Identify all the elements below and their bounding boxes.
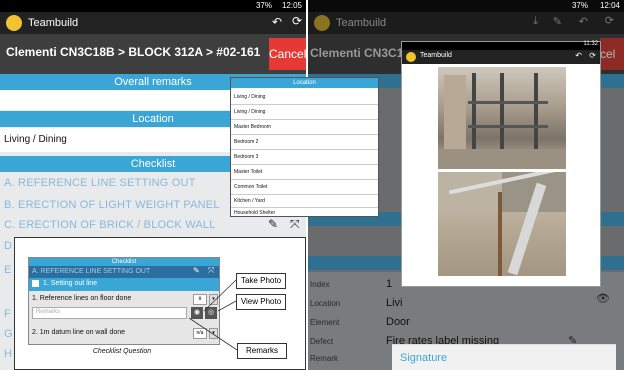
- option-divider: [231, 149, 378, 150]
- location-option[interactable]: Bedroom 2: [234, 139, 258, 145]
- site-photo-1[interactable]: [438, 67, 566, 169]
- sync-icon[interactable]: ⟳: [292, 14, 302, 28]
- option-divider: [231, 164, 378, 165]
- checklist-letter-h: H: [4, 348, 13, 360]
- photo2-rebar: [498, 192, 502, 276]
- callout-lines: [188, 279, 238, 351]
- site-photo-2[interactable]: [438, 172, 566, 276]
- location-option[interactable]: Master Toilet: [234, 169, 262, 175]
- location-option[interactable]: Living / Dining: [234, 94, 265, 100]
- app-logo-icon: [6, 15, 22, 31]
- brush-icon[interactable]: ✎: [553, 15, 562, 28]
- breadcrumb: Clementi CN3C18B > BLOCK 312A > #02-161: [6, 45, 261, 59]
- location-dropdown-title: Location: [231, 78, 378, 88]
- option-divider: [231, 207, 378, 208]
- photo-dialog-status-bar: 11:32: [402, 41, 600, 50]
- right-undo-icon[interactable]: ↶: [579, 15, 588, 28]
- checklist-item-c[interactable]: C. ERECTION OF BRICK / BLOCK WALL: [4, 219, 216, 231]
- screenshot-root: 12:05 37% Teambuild ↶ ⟳ Clementi CN3C18B…: [0, 0, 624, 370]
- location-option[interactable]: Bedroom 3: [234, 154, 258, 160]
- location-value: Living / Dining: [4, 134, 67, 145]
- app-title: Teambuild: [28, 17, 79, 29]
- checklist-item-a[interactable]: A. REFERENCE LINE SETTING OUT: [4, 177, 196, 189]
- breadcrumb-bar: Clementi CN3C18B > BLOCK 312A > #02-161 …: [0, 34, 306, 74]
- location-option[interactable]: Household Shelter: [234, 210, 275, 216]
- signature-label: Signature: [400, 352, 448, 364]
- option-divider: [231, 134, 378, 135]
- right-view-icon[interactable]: 👁: [596, 292, 610, 305]
- undo-icon[interactable]: ↶: [272, 15, 282, 29]
- checklist-question-inset: Checklist A. REFERENCE LINE SETTING OUT …: [14, 237, 306, 370]
- detail-label-element: Element: [310, 318, 340, 327]
- detail-label-location: Location: [310, 299, 341, 308]
- option-divider: [231, 119, 378, 120]
- detail-label-index: Index: [310, 280, 330, 289]
- right-sync-icon[interactable]: ⟳: [605, 14, 614, 27]
- detail-value-element: Door: [386, 316, 410, 328]
- detail-label-remark: Remark: [310, 354, 339, 363]
- right-battery-level: 37%: [571, 1, 588, 10]
- photo1-floor: [438, 149, 566, 169]
- photo-dialog-undo-icon[interactable]: ↶: [575, 51, 582, 60]
- photo2-ground: [438, 172, 502, 212]
- download-icon[interactable]: ⤓: [533, 15, 538, 28]
- right-status-bar: 12:04 37%: [308, 0, 624, 12]
- checklist-item-b[interactable]: B. ERECTION OF LIGHT WEIGHT PANEL: [4, 199, 220, 211]
- option-divider: [231, 104, 378, 105]
- photo1-scaffold-beam: [468, 101, 548, 104]
- option-divider: [231, 179, 378, 180]
- right-cancel-button[interactable]: cel: [600, 38, 624, 70]
- status-bar: 12:05 37%: [0, 0, 306, 12]
- edit-icon[interactable]: ✎: [268, 217, 278, 231]
- right-app-title: Teambuild: [336, 17, 387, 29]
- photo1-scaffold-beam-2: [468, 125, 548, 128]
- status-time: 12:05: [281, 1, 302, 10]
- location-option[interactable]: Common Toilet: [234, 184, 267, 190]
- detail-label-defect: Defect: [310, 337, 334, 346]
- photo-dialog-sync-icon[interactable]: ⟳: [589, 51, 596, 60]
- battery-level: 37%: [255, 1, 272, 10]
- photo-dialog-app-bar: Teambuild ↶ ⟳: [402, 50, 600, 64]
- photo-dialog-logo-icon: [406, 52, 416, 62]
- location-option[interactable]: Master Bedroom: [234, 124, 271, 130]
- option-divider: [231, 194, 378, 195]
- location-option[interactable]: Living / Dining: [234, 109, 265, 115]
- signature-bar[interactable]: Signature: [392, 344, 616, 370]
- right-app-logo-icon: [314, 15, 330, 31]
- location-dropdown: Location Living / Dining Living / Dining…: [230, 77, 379, 217]
- cancel-button[interactable]: Cancel: [269, 38, 306, 70]
- expand-icon[interactable]: ⤧: [290, 217, 300, 232]
- checklist-letter-g: G: [4, 328, 13, 340]
- right-app-bar: Teambuild ⤓ ✎ ↶ ⟳: [308, 12, 624, 34]
- app-bar: Teambuild ↶ ⟳: [0, 12, 306, 34]
- photo-dialog-title: Teambuild: [420, 52, 452, 59]
- checklist-letter-e: E: [4, 264, 12, 276]
- photo-dialog: 11:32 Teambuild ↶ ⟳: [401, 41, 601, 287]
- checklist-letter-f: F: [4, 308, 11, 320]
- detail-value-location: Livi: [386, 297, 403, 309]
- checklist-letter-d: D: [4, 240, 13, 252]
- photo-dialog-time: 11:32: [583, 41, 598, 47]
- right-status-time: 12:04: [599, 1, 620, 10]
- detail-value-index: 1: [386, 278, 393, 290]
- location-option[interactable]: Kitchen / Yard: [234, 198, 265, 204]
